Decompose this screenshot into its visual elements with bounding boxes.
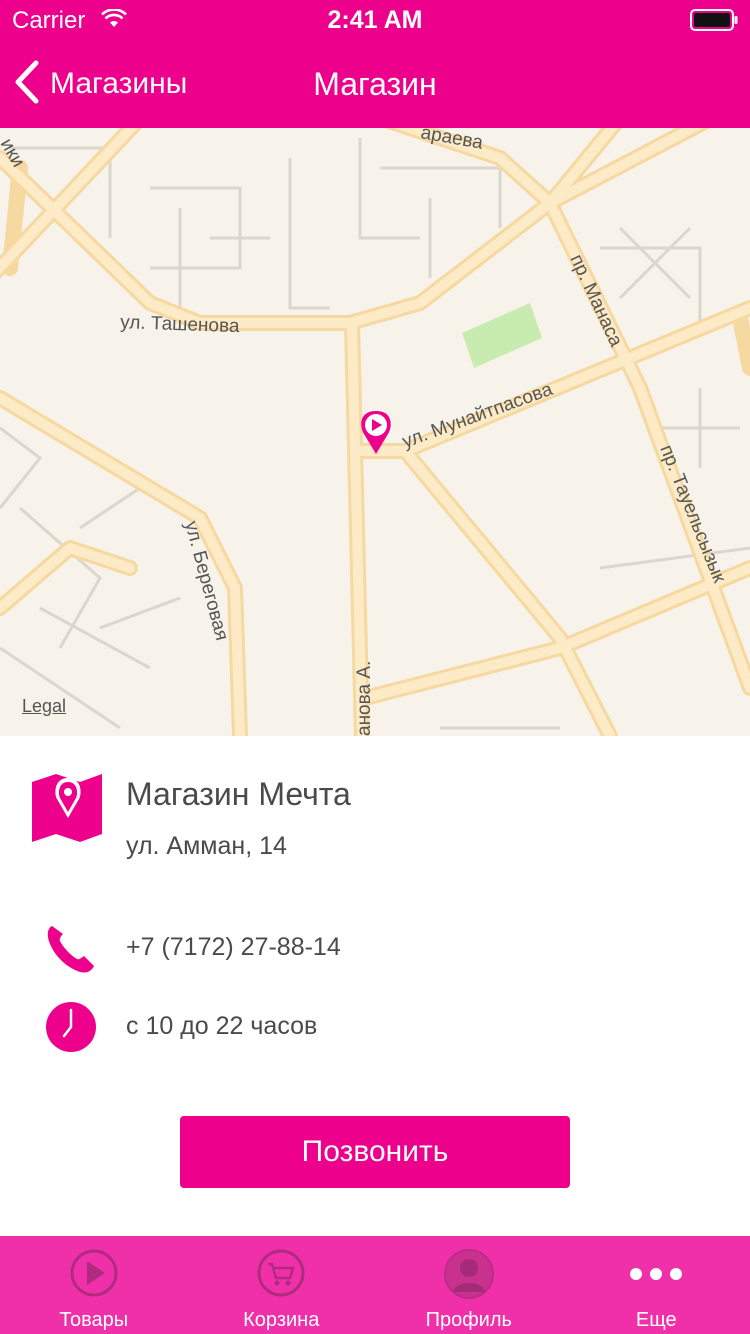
page-title: Магазин <box>313 66 437 102</box>
map-view[interactable]: ул. Ташенова ул. Мунайтпасова пр. Манаса… <box>0 128 750 736</box>
map-location-icon <box>32 772 104 849</box>
store-hours: с 10 до 22 часов <box>126 1012 318 1040</box>
store-phone[interactable]: +7 (7172) 27-88-14 <box>126 933 341 962</box>
street-label: пр. Манаса <box>565 251 626 350</box>
street-label: ул. Ташенова <box>120 312 240 337</box>
more-dots-icon <box>626 1248 686 1303</box>
street-label: пр. Тауельсызык <box>655 442 730 586</box>
tab-profile[interactable]: Профиль <box>375 1236 563 1334</box>
street-label: ул. Мунайтпасова <box>400 379 556 453</box>
store-address: ул. Амман, 14 <box>126 832 287 860</box>
tab-label: Корзина <box>243 1309 320 1331</box>
tab-bar: Товары Корзина Профиль Еще <box>0 1236 750 1334</box>
battery-icon <box>690 9 738 38</box>
play-circle-icon <box>69 1248 119 1303</box>
tab-label: Еще <box>635 1309 677 1331</box>
navigation-bar: Carrier 2:41 AM Магазины Магазин <box>0 0 750 128</box>
store-name: Магазин Мечта <box>126 776 351 812</box>
phone-icon <box>46 922 96 979</box>
store-info-panel: Магазин Мечта ул. Амман, 14 +7 (7172) 27… <box>0 736 750 1236</box>
street-label: анова А. <box>354 661 375 736</box>
map-legal-link[interactable]: Legal <box>22 696 66 717</box>
cart-icon <box>256 1248 306 1303</box>
tab-label: Товары <box>59 1309 129 1331</box>
tab-cart[interactable]: Корзина <box>188 1236 376 1334</box>
tab-products[interactable]: Товары <box>0 1236 188 1334</box>
profile-icon <box>443 1248 495 1305</box>
tab-label: Профиль <box>425 1309 512 1331</box>
tab-more[interactable]: Еще <box>563 1236 750 1334</box>
clock-icon <box>46 1002 96 1057</box>
call-button[interactable]: Позвонить <box>180 1116 570 1188</box>
status-bar: Carrier 2:41 AM <box>0 0 750 40</box>
status-time: 2:41 AM <box>327 6 423 34</box>
